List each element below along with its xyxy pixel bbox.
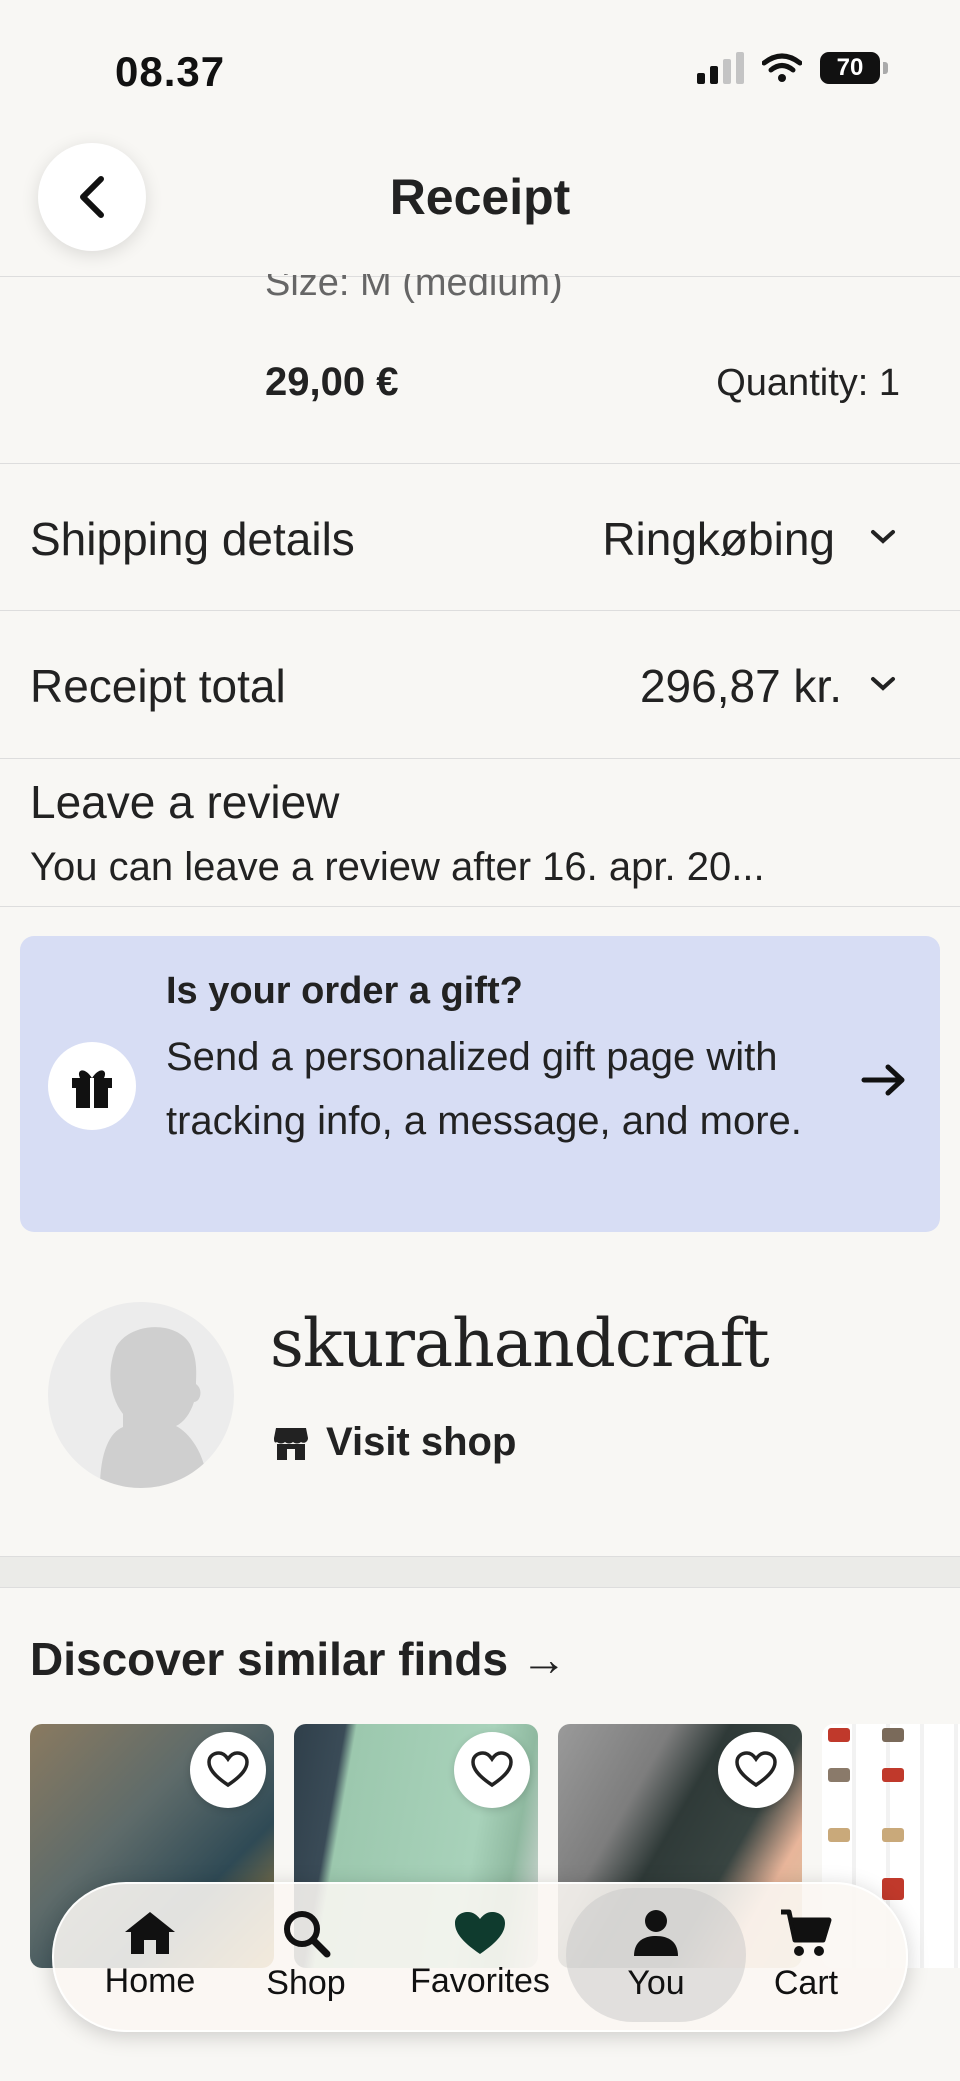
tab-shop-label: Shop bbox=[266, 1963, 346, 2002]
home-icon bbox=[125, 1911, 175, 1954]
gift-icon bbox=[48, 1042, 136, 1130]
tab-home-label: Home bbox=[104, 1961, 196, 2000]
receipt-total-row[interactable]: Receipt total 296,87 kr. bbox=[0, 610, 960, 759]
chevron-down-icon bbox=[866, 667, 900, 701]
battery-icon: 70 bbox=[820, 52, 888, 84]
review-subtitle: You can leave a review after 16. apr. 20… bbox=[30, 845, 765, 889]
tab-you[interactable]: You bbox=[566, 1888, 746, 2022]
tab-you-label: You bbox=[627, 1963, 685, 2002]
visit-shop-label: Visit shop bbox=[326, 1420, 517, 1464]
tab-home[interactable]: Home bbox=[84, 1888, 216, 2022]
heart-outline-icon bbox=[471, 1751, 513, 1788]
arrow-right-icon bbox=[860, 1062, 908, 1103]
cart-icon bbox=[781, 1909, 832, 1956]
shop-avatar[interactable] bbox=[48, 1302, 234, 1488]
favorite-button[interactable] bbox=[718, 1732, 794, 1808]
storefront-icon bbox=[274, 1427, 308, 1460]
page-title: Receipt bbox=[389, 169, 571, 225]
tab-cart[interactable]: Cart bbox=[756, 1888, 856, 2022]
shop-name[interactable]: skurahandcraft bbox=[270, 1305, 770, 1382]
shipping-details-row[interactable]: Shipping details Ringkøbing bbox=[0, 463, 960, 611]
tab-shop[interactable]: Shop bbox=[244, 1888, 368, 2022]
section-divider bbox=[0, 1556, 960, 1588]
signal-icon bbox=[697, 52, 744, 84]
heart-icon bbox=[455, 1911, 505, 1954]
receipt-total-label: Receipt total bbox=[30, 660, 286, 712]
gift-title: Is your order a gift? bbox=[166, 970, 523, 1012]
receipt-total-value: 296,87 kr. bbox=[639, 660, 842, 712]
gift-body: Send a personalized gift page with track… bbox=[166, 1035, 802, 1143]
search-icon bbox=[284, 1910, 331, 1957]
tab-favorites-label: Favorites bbox=[410, 1961, 550, 2000]
status-time: 08.37 bbox=[115, 48, 226, 95]
status-icons: 70 bbox=[697, 52, 888, 84]
review-title: Leave a review bbox=[30, 776, 340, 828]
tab-favorites[interactable]: Favorites bbox=[400, 1888, 560, 2022]
chevron-down-icon bbox=[866, 520, 900, 554]
heart-outline-icon bbox=[735, 1751, 777, 1788]
wifi-icon bbox=[762, 53, 802, 82]
discover-similar-finds-link[interactable]: Discover similar finds → bbox=[30, 1632, 567, 1686]
favorite-button[interactable] bbox=[190, 1732, 266, 1808]
item-quantity: Quantity: 1 bbox=[716, 362, 900, 404]
status-bar: 08.37 70 bbox=[0, 0, 960, 140]
item-price: 29,00 € bbox=[265, 360, 399, 404]
tab-cart-label: Cart bbox=[773, 1963, 839, 2002]
visit-shop-link[interactable]: Visit shop bbox=[272, 1420, 516, 1465]
shipping-details-value: Ringkøbing bbox=[602, 513, 835, 565]
heart-outline-icon bbox=[207, 1751, 249, 1788]
person-icon bbox=[634, 1909, 678, 1956]
favorite-button[interactable] bbox=[454, 1732, 530, 1808]
shipping-details-label: Shipping details bbox=[30, 513, 355, 565]
